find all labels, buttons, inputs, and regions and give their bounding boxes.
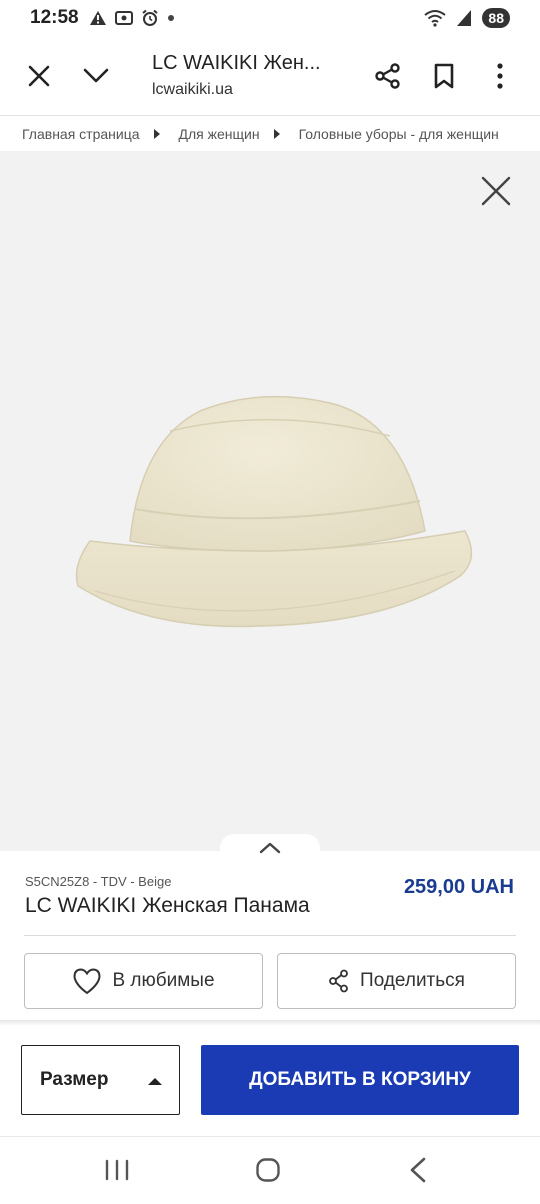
divider — [24, 935, 516, 936]
screen-record-icon — [114, 11, 133, 25]
close-tab-button[interactable] — [19, 56, 59, 96]
breadcrumb-arrow-icon — [273, 129, 280, 139]
home-icon — [256, 1158, 280, 1182]
chevron-up-icon — [259, 842, 281, 854]
product-price: 259,00 UAH — [403, 876, 514, 898]
breadcrumb-item-hats[interactable]: Головные уборы - для женщин — [299, 126, 499, 142]
add-to-favorites-button[interactable]: В любимые — [24, 953, 263, 1009]
heart-icon — [73, 968, 101, 995]
breadcrumb: Главная страница Для женщин Головные убо… — [0, 117, 540, 151]
back-icon — [410, 1157, 426, 1183]
more-options-button[interactable] — [480, 56, 520, 96]
breadcrumb-item-home[interactable]: Главная страница — [22, 126, 140, 142]
size-label: Размер — [40, 1069, 109, 1090]
product-image-viewer[interactable] — [0, 151, 540, 851]
battery-indicator: 88 — [482, 8, 510, 28]
back-button[interactable] — [408, 1157, 428, 1188]
share-product-button[interactable]: Поделиться — [277, 953, 516, 1009]
add-to-cart-label: ДОБАВИТЬ В КОРЗИНУ — [249, 1069, 471, 1090]
minimize-button[interactable] — [76, 56, 116, 96]
recent-apps-button[interactable] — [104, 1159, 130, 1186]
status-bar: 12:58 88 — [0, 0, 540, 36]
bookmark-button[interactable] — [424, 56, 464, 96]
signal-icon — [457, 10, 472, 26]
status-time: 12:58 — [30, 7, 79, 28]
product-name: LC WAIKIKI Женская Панама — [25, 894, 310, 917]
home-button[interactable] — [255, 1157, 281, 1188]
close-image-button[interactable] — [478, 173, 514, 209]
expand-details-button[interactable] — [220, 834, 320, 864]
share-icon — [375, 63, 400, 89]
recents-icon — [105, 1159, 129, 1181]
add-to-cart-button[interactable]: ДОБАВИТЬ В КОРЗИНУ — [201, 1045, 519, 1115]
chevron-down-icon — [83, 68, 109, 83]
product-sku: S5CN25Z8 - TDV - Beige — [25, 874, 172, 889]
dot-icon — [167, 15, 174, 21]
page-title-block: LC WAIKIKI Жен... lcwaikiki.ua — [152, 52, 321, 99]
bottom-bar-shadow — [0, 1020, 540, 1026]
caret-up-icon — [148, 1078, 162, 1085]
share-icon — [329, 969, 348, 993]
size-selector[interactable]: Размер — [21, 1045, 180, 1115]
system-navigation-bar — [0, 1136, 540, 1204]
close-icon — [28, 65, 50, 87]
more-vertical-icon — [497, 63, 503, 89]
share-label: Поделиться — [360, 970, 465, 991]
breadcrumb-arrow-icon — [153, 129, 160, 139]
page-url: lcwaikiki.ua — [152, 81, 233, 98]
warning-icon — [89, 11, 106, 25]
alarm-icon — [141, 9, 158, 26]
bookmark-icon — [434, 63, 454, 89]
browser-toolbar: LC WAIKIKI Жен... lcwaikiki.ua — [0, 36, 540, 116]
favorites-label: В любимые — [112, 970, 215, 991]
page-title: LC WAIKIKI Жен... — [152, 52, 321, 74]
wifi-icon — [424, 10, 447, 27]
breadcrumb-item-women[interactable]: Для женщин — [179, 126, 260, 142]
product-image — [75, 395, 473, 628]
share-button[interactable] — [368, 56, 408, 96]
close-icon — [481, 176, 511, 206]
